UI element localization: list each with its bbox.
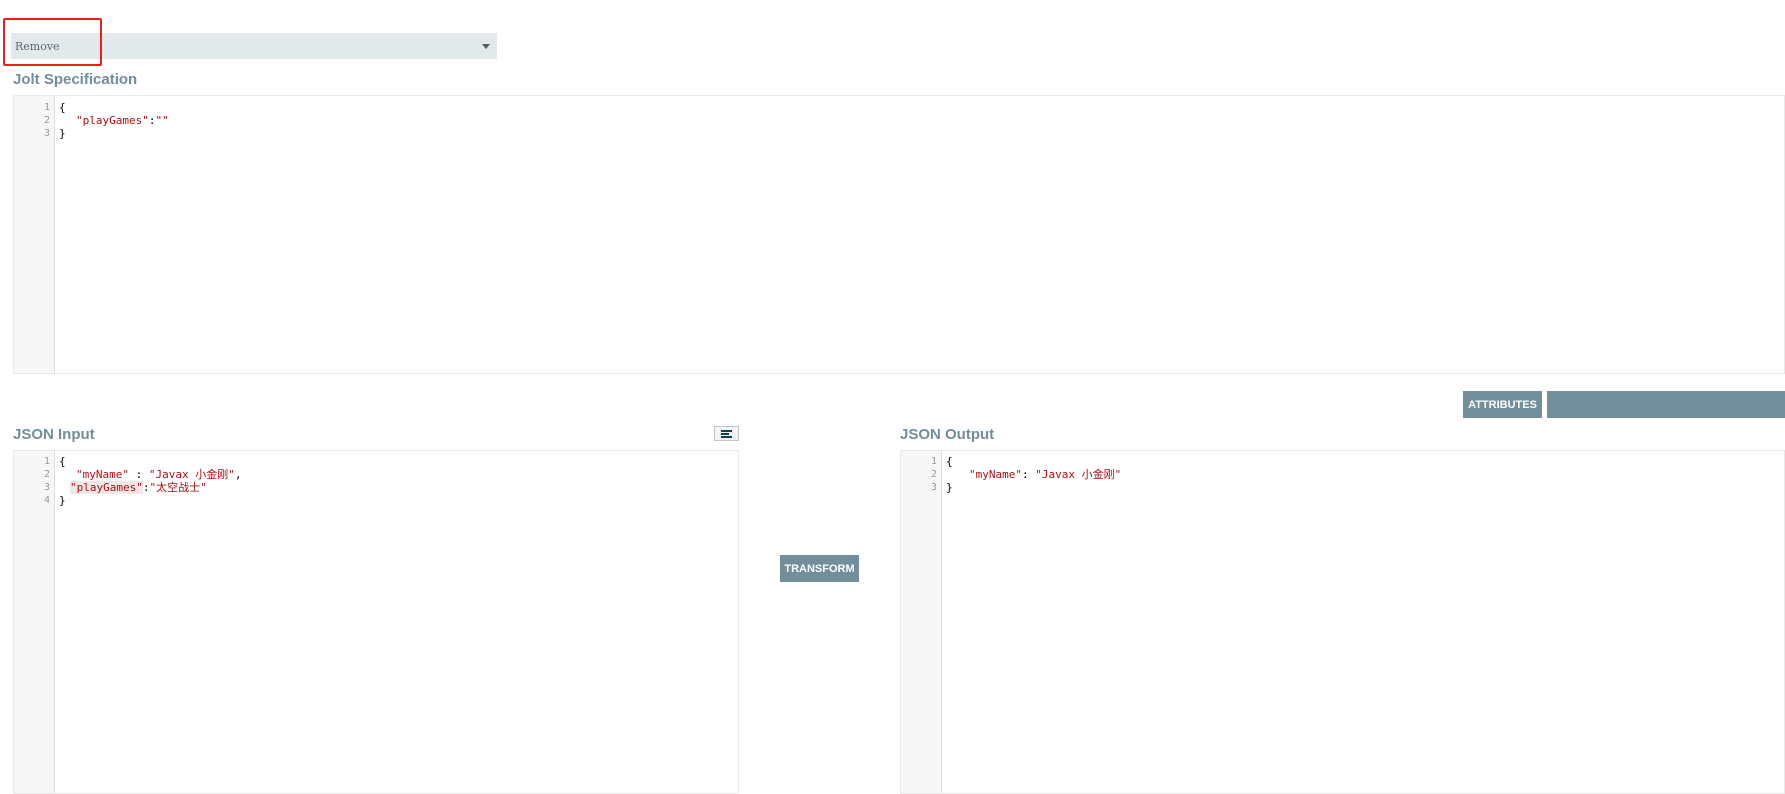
line-number: 3 xyxy=(930,482,937,493)
line-number-gutter xyxy=(901,451,942,793)
chevron-down-icon xyxy=(482,44,490,49)
code-line: "myName": "Javax 小金刚" xyxy=(969,468,1121,481)
json-output-title: JSON Output xyxy=(900,426,995,443)
code-line: "playGames":"太空战士" xyxy=(70,481,207,494)
transform-select-value: Remove xyxy=(15,40,60,53)
line-number: 1 xyxy=(43,456,50,467)
json-value: "太空战士" xyxy=(149,481,207,494)
attributes-button[interactable]: ATTRIBUTES xyxy=(1463,391,1542,418)
code-line: } xyxy=(59,127,66,140)
line-number: 3 xyxy=(43,482,50,493)
code-line: } xyxy=(946,481,953,494)
json-input-title: JSON Input xyxy=(13,426,95,443)
json-key: "playGames" xyxy=(76,114,149,127)
json-key: "myName" xyxy=(969,468,1022,481)
json-value: "" xyxy=(155,114,169,127)
line-number: 2 xyxy=(43,115,50,126)
jolt-spec-editor[interactable]: 1 { 2 "playGames":"" 3 } xyxy=(13,95,1785,374)
json-separator: : xyxy=(1021,468,1036,481)
json-key: "playGames" xyxy=(70,481,143,494)
jolt-spec-title: Jolt Specification xyxy=(13,71,138,88)
json-value: "Javax 小金刚" xyxy=(1035,468,1122,481)
line-number: 4 xyxy=(43,495,50,506)
code-line: "myName" : "Javax 小金刚", xyxy=(76,468,241,481)
line-number: 2 xyxy=(930,469,937,480)
json-output-editor[interactable]: 1 { 2 "myName": "Javax 小金刚" 3 } xyxy=(900,450,1785,794)
line-number: 1 xyxy=(930,456,937,467)
code-line: { xyxy=(59,455,66,468)
line-number: 3 xyxy=(43,128,50,139)
json-comma: , xyxy=(234,468,242,481)
json-input-editor[interactable]: 1 { 2 "myName" : "Javax 小金刚", 3 "playGam… xyxy=(13,450,739,794)
json-separator: : xyxy=(128,468,149,481)
line-number: 1 xyxy=(43,102,50,113)
json-value: "Javax 小金刚" xyxy=(148,468,235,481)
toolbar-button-partial[interactable] xyxy=(1547,391,1785,418)
code-line: "playGames":"" xyxy=(76,114,169,127)
code-line: { xyxy=(946,455,953,468)
code-line: } xyxy=(59,494,66,507)
code-line: { xyxy=(59,101,66,114)
line-number: 2 xyxy=(43,469,50,480)
json-key: "myName" xyxy=(76,468,129,481)
transform-button[interactable]: TRANSFORM xyxy=(780,555,859,582)
format-json-button[interactable] xyxy=(714,426,739,441)
transform-select[interactable]: Remove xyxy=(11,33,497,59)
